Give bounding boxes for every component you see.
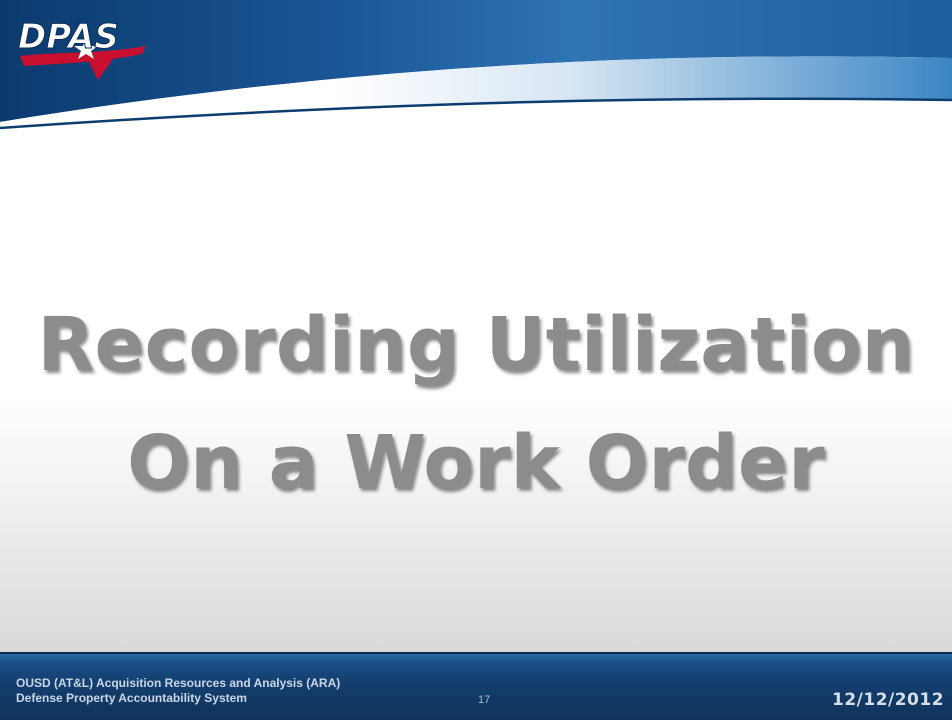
- dpas-logo: DPAS: [18, 17, 146, 80]
- svg-text:DPAS: DPAS: [18, 17, 119, 57]
- title-line-2: On a Work Order: [127, 420, 825, 506]
- footer-bar: OUSD (AT&L) Acquisition Resources and An…: [0, 652, 952, 720]
- footer-date: 12/12/2012: [832, 690, 945, 710]
- slide-body: Recording Utilization On a Work Order: [0, 160, 952, 652]
- slide: DPAS Recording Utilization On a Work Ord…: [0, 0, 952, 720]
- slide-title: Recording Utilization On a Work Order: [0, 286, 952, 522]
- page-number: 17: [478, 694, 491, 706]
- footer-org-line-1: OUSD (AT&L) Acquisition Resources and An…: [16, 676, 341, 690]
- title-line-1: Recording Utilization: [37, 302, 915, 388]
- footer-org-line-2: Defense Property Accountability System: [16, 691, 247, 705]
- footer-organization: OUSD (AT&L) Acquisition Resources and An…: [16, 676, 340, 706]
